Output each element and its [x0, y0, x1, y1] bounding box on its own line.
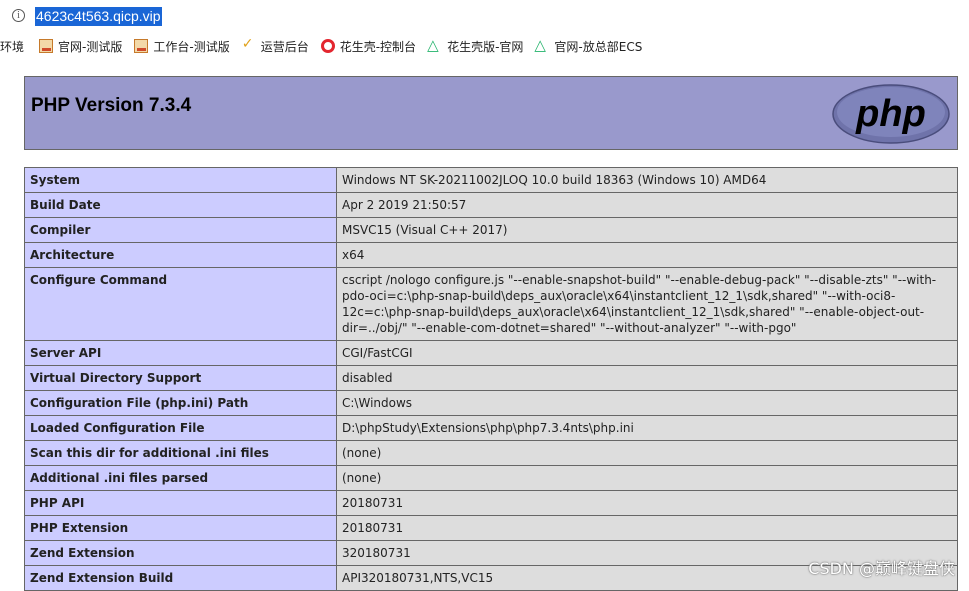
bookmark-label: 运营后台 [260, 39, 309, 54]
row-value: cscript /nologo configure.js "--enable-s… [336, 267, 958, 341]
table-row: System Windows NT SK-20211002JLOQ 10.0 bu… [24, 167, 958, 193]
phpinfo-table: System Windows NT SK-20211002JLOQ 10.0 bu… [24, 167, 958, 591]
row-key: Virtual Directory Support [24, 365, 337, 391]
sprout-icon [242, 36, 256, 53]
row-value: 20180731 [336, 515, 958, 541]
url-field[interactable]: 4623c4t563.qicp.vip [35, 7, 162, 26]
row-key: Loaded Configuration File [24, 415, 337, 441]
row-key: Configure Command [24, 267, 337, 341]
row-value: (none) [336, 465, 958, 491]
row-value: 20180731 [336, 490, 958, 516]
row-key: System [24, 167, 337, 193]
bookmark-official-test[interactable]: 官网-测试版 [39, 38, 122, 55]
bookmark-label: 环境 [0, 39, 25, 54]
php-logo-icon[interactable]: php [831, 84, 951, 144]
row-value: disabled [336, 365, 958, 391]
row-value: MSVC15 (Visual C++ 2017) [336, 217, 958, 243]
address-bar[interactable]: i 4623c4t563.qicp.vip [0, 0, 969, 33]
row-key: Zend Extension [24, 540, 337, 566]
row-key: Scan this dir for additional .ini files [24, 440, 337, 466]
table-row: Build Date Apr 2 2019 21:50:57 [24, 192, 958, 218]
ring-icon [320, 39, 335, 53]
row-key: Zend Extension Build [24, 565, 337, 591]
row-value: x64 [336, 242, 958, 268]
row-value: Apr 2 2019 21:50:57 [336, 192, 958, 218]
page-icon [39, 39, 54, 53]
version-banner: PHP Version 7.3.4 php [24, 76, 958, 150]
row-key: Build Date [24, 192, 337, 218]
bookmark-label: 官网-放总部ECS [554, 39, 643, 54]
table-row: Virtual Directory Support disabled [24, 365, 958, 391]
bookmark-oray-site[interactable]: 花生壳版-官网 [427, 36, 524, 55]
bookmark-label: 花生壳-控制台 [339, 39, 417, 54]
row-value: D:\phpStudy\Extensions\php\php7.3.4nts\p… [336, 415, 958, 441]
watermark: CSDN @巅峰键盘侠 [808, 559, 955, 578]
bookmark-env[interactable]: 环境 [0, 38, 24, 55]
row-key: Additional .ini files parsed [24, 465, 337, 491]
bookmark-oray-console[interactable]: 花生壳-控制台 [320, 38, 417, 55]
bookmark-label: 官网-测试版 [58, 39, 123, 54]
row-value: C:\Windows [336, 390, 958, 416]
table-row: Compiler MSVC15 (Visual C++ 2017) [24, 217, 958, 243]
row-key: Server API [24, 340, 337, 366]
table-row: Configuration File (php.ini) Path C:\Wind… [24, 390, 958, 416]
page-icon [134, 39, 149, 53]
table-row: PHP API 20180731 [24, 490, 958, 516]
row-key: Architecture [24, 242, 337, 268]
table-row: Configure Command cscript /nologo configu… [24, 267, 958, 341]
bookmark-label: 花生壳版-官网 [447, 39, 524, 54]
row-key: PHP Extension [24, 515, 337, 541]
site-info-icon[interactable]: i [12, 9, 25, 22]
table-row: Server API CGI/FastCGI [24, 340, 958, 366]
table-row: Scan this dir for additional .ini files(… [24, 440, 958, 466]
table-row: Architecture x64 [24, 242, 958, 268]
phpinfo-header: PHP Version 7.3.4 php [24, 76, 958, 150]
row-value: (none) [336, 440, 958, 466]
triangle-icon [427, 36, 442, 54]
row-key: PHP API [24, 490, 337, 516]
row-key: Configuration File (php.ini) Path [24, 390, 337, 416]
row-key: Compiler [24, 217, 337, 243]
page-title: PHP Version 7.3.4 [31, 95, 192, 116]
triangle-icon [534, 36, 549, 54]
row-value: Windows NT SK-20211002JLOQ 10.0 build 18… [336, 167, 958, 193]
bookmark-ops-admin[interactable]: 运营后台 [242, 36, 309, 55]
bookmark-workbench-test[interactable]: 工作台-测试版 [134, 38, 230, 55]
table-row: PHP Extension 20180731 [24, 515, 958, 541]
bookmark-official-ecs[interactable]: 官网-放总部ECS [534, 36, 643, 55]
bookmark-label: 工作台-测试版 [153, 39, 230, 54]
row-value: CGI/FastCGI [336, 340, 958, 366]
logo-text: php [855, 93, 926, 135]
bookmarks-bar: 环境 官网-测试版 工作台-测试版 运营后台 花生壳-控制台 花生壳版-官网 官… [0, 34, 969, 58]
table-row: Loaded Configuration File D:\phpStudy\Ext… [24, 415, 958, 441]
table-row: Additional .ini files parsed (none) [24, 465, 958, 491]
